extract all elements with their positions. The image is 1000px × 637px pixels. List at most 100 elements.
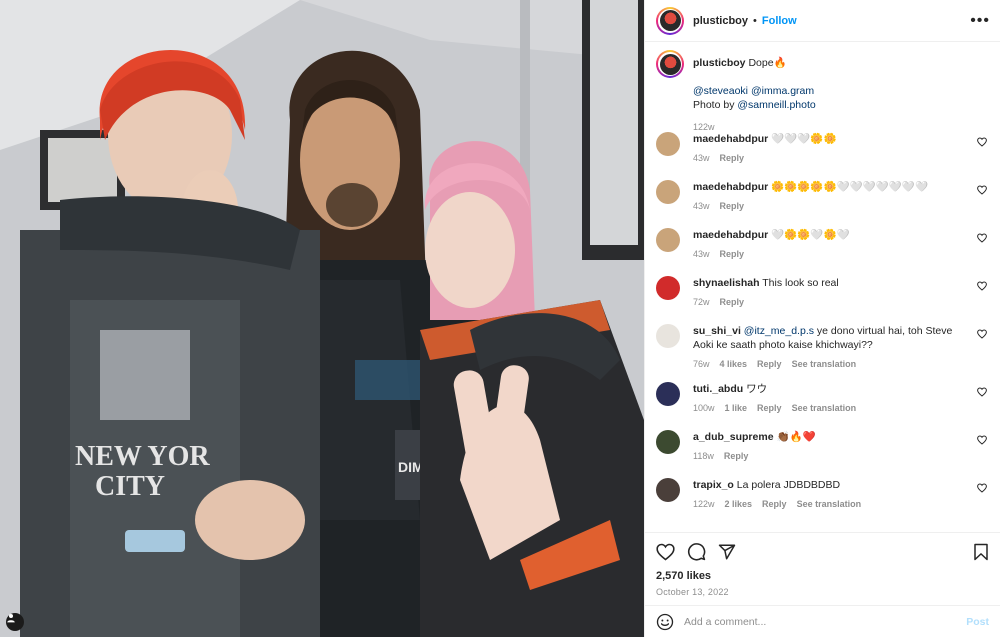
reply-button[interactable]: Reply [757,357,782,371]
comment-text: ワウ [746,383,768,395]
see-translation-button[interactable]: See translation [797,497,862,511]
reply-button[interactable]: Reply [720,199,745,213]
post-photo[interactable]: DIM MAK NEW YOR CITY [0,0,644,637]
svg-text:NEW YOR: NEW YOR [75,441,210,472]
comment-username[interactable]: maedehabdpur [693,181,768,193]
comment-row: shynaelishah This look so real 72w Reply [656,274,989,322]
comment-avatar[interactable] [656,228,680,252]
comment-time[interactable]: 76w [693,357,710,371]
post-actions-bar [645,532,1000,570]
comment-like-button[interactable] [977,435,987,448]
comment-input[interactable]: Add a comment... [684,616,966,628]
comment-meta: 122w 2 likes Reply See translation [693,497,967,511]
comment-meta: 76w 4 likes Reply See translation [693,357,967,371]
reply-button[interactable]: Reply [724,449,749,463]
comment-row: su_shi_vi @itz_me_d.p.s ye dono virtual … [656,322,989,380]
avatar[interactable] [656,6,684,35]
comment-row: maedehabdpur 🤍🤍🤍🌼🌼 43w Reply [656,130,989,178]
comment-like-button[interactable] [977,483,987,496]
comment-mention[interactable]: @itz_me_d.p.s [744,325,814,337]
reply-button[interactable]: Reply [757,401,782,415]
comment-username[interactable]: a_dub_supreme [693,431,774,443]
comment-text: 👏🏾🔥❤️ [776,431,816,443]
author-username[interactable]: plusticboy [693,15,748,27]
see-translation-button[interactable]: See translation [792,401,857,415]
comment-avatar[interactable] [656,430,680,454]
comment-like-button[interactable] [977,329,987,342]
comment-avatar[interactable] [656,276,680,300]
comment-meta: 43w Reply [693,151,967,165]
comment-time[interactable]: 43w [693,247,710,261]
comment-username[interactable]: shynaelishah [693,277,760,289]
see-translation-button[interactable]: See translation [792,357,857,371]
comment-like-button[interactable] [977,233,987,246]
tagged-users-button[interactable] [6,613,24,631]
comment-row: a_dub_supreme 👏🏾🔥❤️ 118w Reply [656,428,989,476]
post-date: October 13, 2022 [656,587,729,597]
reply-button[interactable]: Reply [720,151,745,165]
header-separator: • [753,14,757,27]
comment-meta: 72w Reply [693,295,967,309]
caption-avatar[interactable] [656,50,684,78]
comment-avatar[interactable] [656,180,680,204]
comment-row: maedehabdpur 🌼🌼🌼🌼🌼🤍🤍🤍🤍🤍🤍🤍 43w Reply [656,178,989,226]
comment-like-button[interactable] [977,281,987,294]
comment-like-button[interactable] [977,185,987,198]
comment-avatar[interactable] [656,324,680,348]
bookmark-icon [974,543,988,560]
like-button[interactable] [656,543,675,561]
comment-text: This look so real [762,277,839,289]
heart-icon [656,543,675,561]
comment-like-button[interactable] [977,387,987,400]
comments-list[interactable]: plusticboy Dope🔥 @steveaoki @imma.gram P… [645,42,1000,532]
comment-avatar[interactable] [656,132,680,156]
comment-time[interactable]: 118w [693,449,714,463]
comment-time[interactable]: 122w [693,497,715,511]
caption: plusticboy Dope🔥 @steveaoki @imma.gram P… [656,50,989,132]
comment-username[interactable]: maedehabdpur [693,229,768,241]
comment-row: maedehabdpur 🤍🌼🌼🤍🌼🤍 43w Reply [656,226,989,274]
comment-username[interactable]: trapix_o [693,479,734,491]
comment-like-button[interactable] [977,137,987,150]
caption-mention[interactable]: @samneill.photo [737,99,815,111]
comment-avatar[interactable] [656,382,680,406]
caption-username[interactable]: plusticboy [693,57,746,69]
comment-time[interactable]: 43w [693,151,710,165]
comment-button[interactable] [687,542,706,561]
comment-likes[interactable]: 1 like [725,401,748,415]
more-icon[interactable]: ••• [970,12,990,29]
caption-mention[interactable]: @steveaoki [693,85,748,97]
share-button[interactable] [718,543,736,561]
comment-likes[interactable]: 2 likes [725,497,753,511]
add-comment-bar: Add a comment... Post [645,605,1000,637]
comment-time[interactable]: 100w [693,401,715,415]
heart-icon [977,387,987,397]
comment-time[interactable]: 72w [693,295,710,309]
comment-time[interactable]: 43w [693,199,710,213]
post-photo-image: DIM MAK NEW YOR CITY [0,0,644,637]
instagram-post-view: DIM MAK NEW YOR CITY [0,0,1000,637]
comment-row: tuti._abdu ワウ 100w 1 like Reply See translat… [656,380,989,428]
reply-button[interactable]: Reply [720,247,745,261]
follow-button[interactable]: Follow [762,15,797,27]
comment-username[interactable]: tuti._abdu [693,383,743,395]
comment-avatar[interactable] [656,478,680,502]
likes-count[interactable]: 2,570 likes [645,570,1000,584]
reply-button[interactable]: Reply [762,497,787,511]
comment-likes[interactable]: 4 likes [720,357,748,371]
post-header: plusticboy • Follow ••• [645,0,1000,42]
reply-button[interactable]: Reply [720,295,745,309]
comment-username[interactable]: su_shi_vi [693,325,741,337]
comment-text: 🤍🌼🌼🤍🌼🤍 [771,229,850,241]
heart-icon [977,185,987,195]
caption-mention[interactable]: @imma.gram [751,85,814,97]
comment-meta: 100w 1 like Reply See translation [693,401,967,415]
save-button[interactable] [973,543,989,561]
emoji-icon [656,613,674,630]
comment-text: 🌼🌼🌼🌼🌼🤍🤍🤍🤍🤍🤍🤍 [771,181,929,193]
emoji-button[interactable] [656,613,674,631]
comment-meta: 43w Reply [693,247,967,261]
post-button[interactable]: Post [966,616,989,628]
comment-meta: 43w Reply [693,199,967,213]
comment-username[interactable]: maedehabdpur [693,133,768,145]
